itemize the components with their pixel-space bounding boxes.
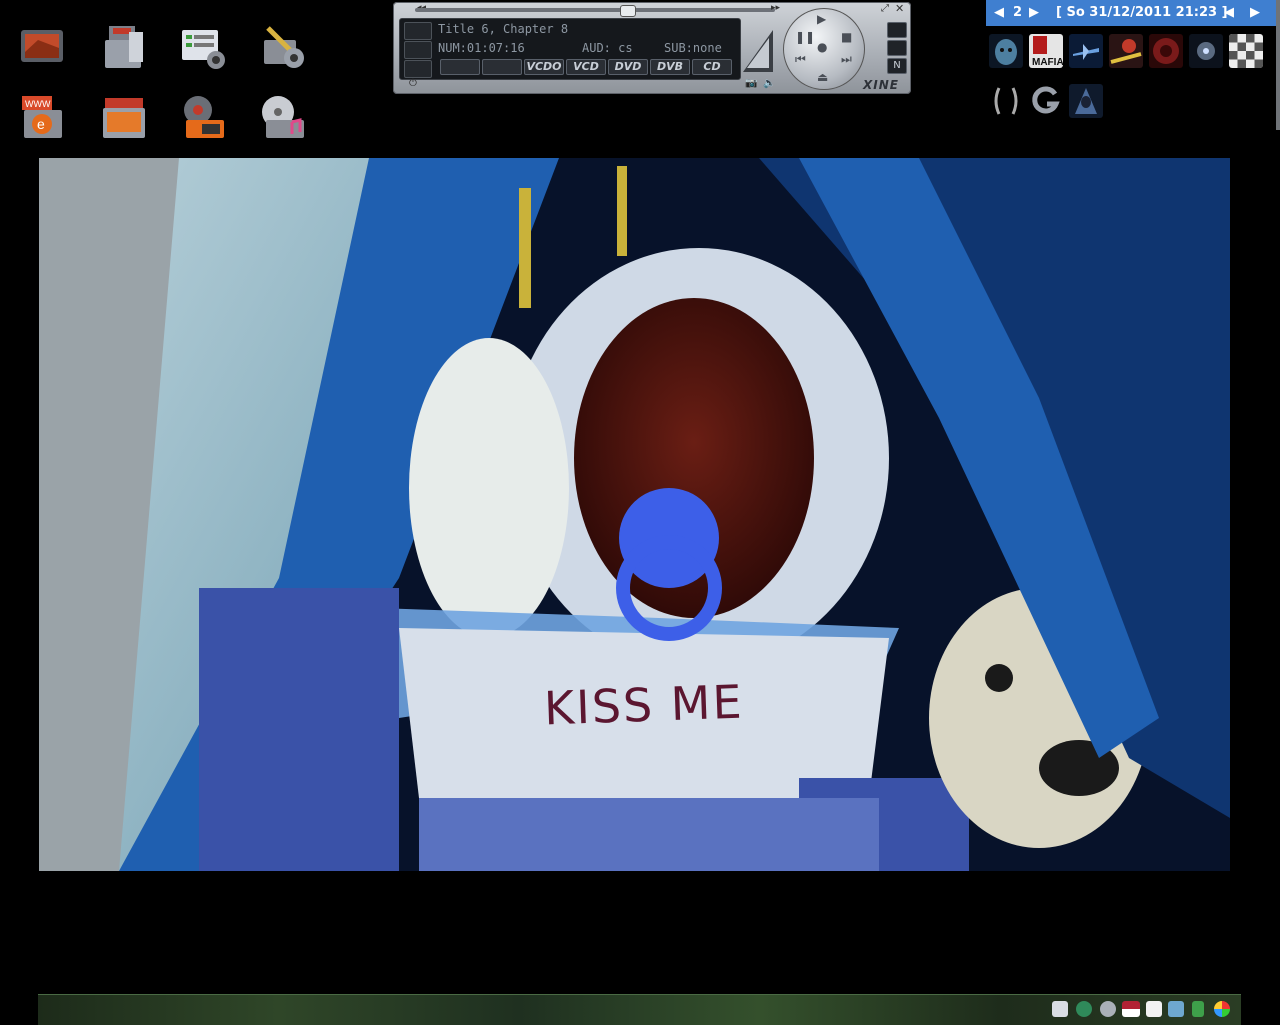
fullscreen-icon[interactable]: ⤢	[881, 3, 889, 14]
bottom-panel	[38, 994, 1241, 1025]
vcd-button[interactable]: VCD	[566, 59, 606, 75]
volume-meter-icon[interactable]	[741, 24, 775, 74]
prev-workspace-icon[interactable]: ◀	[994, 5, 1004, 20]
settings-panel-icon[interactable]	[178, 22, 228, 72]
xine-logo: XINE	[863, 78, 899, 92]
pause-icon[interactable]: ❚❚	[795, 30, 815, 44]
workspace-icon[interactable]	[18, 22, 68, 72]
chess-icon[interactable]	[1229, 34, 1263, 68]
network-globe-icon[interactable]	[1076, 1001, 1092, 1017]
subtitle-channel-text[interactable]: SUB:none	[664, 41, 722, 55]
next-icon[interactable]: ⏭	[841, 52, 852, 67]
g-app-icon[interactable]	[1029, 84, 1063, 118]
documents-folder-icon[interactable]	[99, 22, 149, 72]
side-button-1[interactable]	[887, 22, 907, 38]
plug-icon[interactable]	[1192, 1001, 1204, 1017]
racing-game-icon[interactable]	[1109, 34, 1143, 68]
vcdo-button[interactable]: VCDO	[524, 59, 564, 75]
dvb-button[interactable]: DVB	[650, 59, 690, 75]
screen-edge	[1276, 0, 1280, 130]
stop-icon[interactable]: ■	[841, 30, 852, 44]
bib-text: KISS ME	[543, 674, 745, 736]
mask-game-icon[interactable]	[989, 34, 1023, 68]
snapshot-icon[interactable]: 📷	[745, 78, 757, 89]
source-blank-button-1[interactable]	[440, 59, 480, 75]
audio-channel-text[interactable]: AUD: cs	[582, 41, 633, 55]
clock-datetime[interactable]: [ So 31/12/2011 21:23 ]	[1056, 5, 1228, 20]
red-orb-game-icon[interactable]	[1149, 34, 1183, 68]
dvd-button[interactable]: DVD	[608, 59, 648, 75]
play-icon[interactable]: ▶	[817, 12, 826, 26]
previous-icon[interactable]: ⏮	[795, 52, 806, 67]
forward-small-icon[interactable]: ▸▸	[771, 3, 780, 13]
n-button[interactable]: N	[887, 58, 907, 74]
color-wheel-icon[interactable]	[1214, 1001, 1230, 1017]
playback-control-wheel: ▶ ❚❚ ■ ⏮ ⏭ ● ⏏	[783, 8, 865, 90]
seek-slider[interactable]	[415, 5, 775, 17]
settings-gear-icon[interactable]	[1100, 1001, 1116, 1017]
prev-window-icon[interactable]: ◀	[1224, 5, 1234, 20]
time-display: NUM:01:07:16	[438, 41, 525, 55]
clock-tray-icon[interactable]	[1052, 1001, 1068, 1017]
equalizer-icon[interactable]	[404, 41, 432, 59]
notes-icon[interactable]	[1146, 1001, 1162, 1017]
video-frame[interactable]: KISS ME	[39, 158, 1230, 871]
workspace-number: 2	[1013, 5, 1023, 20]
setup-icon[interactable]	[404, 60, 432, 78]
video-image	[39, 158, 1230, 871]
drive-icon[interactable]	[1168, 1001, 1184, 1017]
title-chapter-text: Title 6, Chapter 8	[438, 22, 569, 36]
player-display: Title 6, Chapter 8 NUM:01:07:16 AUD: cs …	[399, 18, 741, 80]
music-player-icon[interactable]	[258, 92, 308, 142]
next-workspace-icon[interactable]: ▶	[1029, 5, 1039, 20]
speaker-icon[interactable]: 🔈	[763, 78, 775, 89]
mafia-label: MAFIA	[1032, 57, 1063, 68]
playlist-icon[interactable]	[404, 22, 432, 40]
player-bottom-bar: ⏻ 📷 🔈	[399, 78, 905, 92]
oblivion-game-icon[interactable]	[989, 84, 1023, 118]
source-blank-button-2[interactable]	[482, 59, 522, 75]
pictures-folder-icon[interactable]	[99, 92, 149, 142]
power-icon[interactable]: ⏻	[409, 78, 417, 89]
svg-text:e: e	[37, 116, 45, 132]
xine-control-panel: ◂◂ ▸▸ ⤢ ✕ Title 6, Chapter 8 NUM:01:07:1…	[393, 2, 911, 94]
keyboard-layout-flag-icon[interactable]	[1122, 1001, 1140, 1017]
web-browser-icon[interactable]: WWW e	[18, 92, 68, 142]
jet-game-icon[interactable]	[1069, 34, 1103, 68]
hooded-game-icon[interactable]	[1069, 84, 1103, 118]
system-tools-icon[interactable]	[258, 22, 308, 72]
close-icon[interactable]: ✕	[895, 2, 904, 15]
svg-text:WWW: WWW	[25, 99, 51, 109]
mafia-game-icon[interactable]: MAFIA	[1029, 34, 1063, 68]
center-button-icon[interactable]: ●	[817, 40, 827, 54]
space-game-icon[interactable]	[1189, 34, 1223, 68]
cd-button[interactable]: CD	[692, 59, 732, 75]
video-player-icon[interactable]	[178, 92, 228, 142]
next-window-icon[interactable]: ▶	[1250, 5, 1260, 20]
side-button-2[interactable]	[887, 40, 907, 56]
seek-slider-knob[interactable]	[620, 5, 636, 17]
workspace-pager: ◀ 2 ▶ [ So 31/12/2011 21:23 ] ◀ ▶	[986, 0, 1276, 26]
